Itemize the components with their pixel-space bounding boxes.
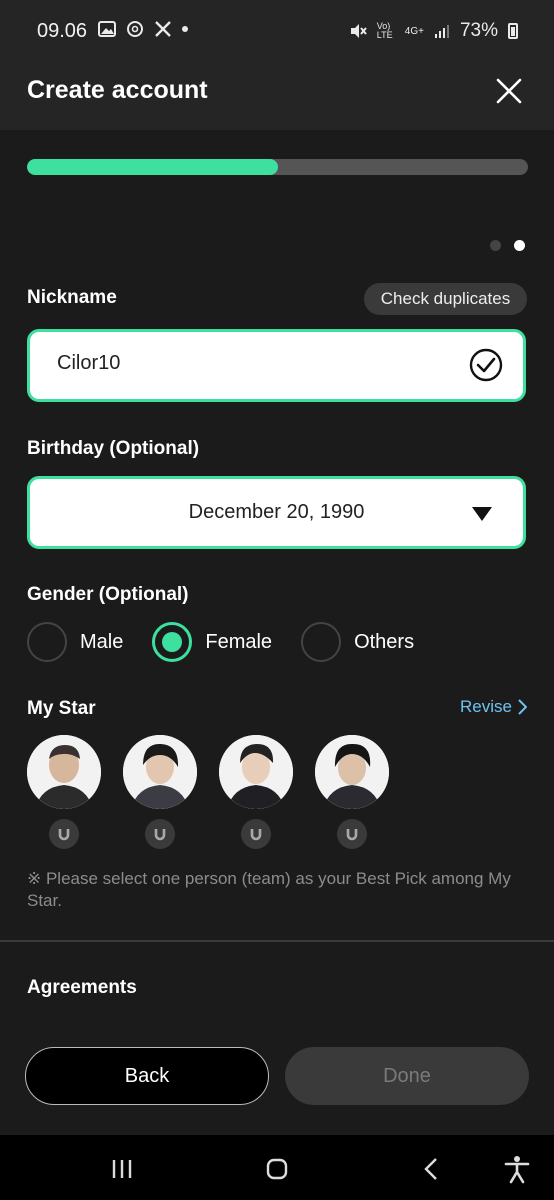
gender-radio-female[interactable] (152, 622, 193, 662)
birthday-select[interactable]: December 20, 1990 (27, 476, 526, 549)
star-item-1[interactable] (27, 735, 101, 849)
section-divider (0, 940, 554, 942)
status-time: 09.06 (37, 20, 88, 42)
my-star-label: My Star (27, 698, 96, 719)
home-icon[interactable] (261, 1153, 293, 1185)
best-pick-button[interactable] (241, 819, 271, 849)
star-avatar[interactable] (27, 735, 101, 809)
signup-progress-bar (27, 159, 528, 175)
best-pick-note: ※ Please select one person (team) as you… (27, 869, 511, 910)
my-star-list (27, 735, 389, 849)
gender-radio-male[interactable] (27, 622, 67, 662)
revise-label[interactable]: Revise (460, 697, 512, 717)
birthday-value: December 20, 1990 (188, 501, 365, 523)
star-avatar[interactable] (315, 735, 389, 809)
check-duplicates-button[interactable]: Check duplicates (364, 283, 527, 315)
nickname-label: Nickname (27, 287, 117, 308)
back-button[interactable]: Back (25, 1047, 269, 1105)
status-bar: 09.06 Vo) LTE 4G+ 73% (0, 0, 554, 62)
gender-radio-group: Male Female Others (27, 622, 443, 662)
star-avatar[interactable] (123, 735, 197, 809)
x-icon (155, 21, 171, 37)
star-item-3[interactable] (219, 735, 293, 849)
gender-label: Gender (Optional) (27, 584, 189, 605)
magnet-icon (58, 829, 70, 841)
threads-icon (127, 21, 143, 37)
status-notification-icons (98, 20, 188, 38)
revise-link[interactable]: Revise (460, 697, 527, 717)
battery-icon (508, 23, 518, 39)
best-pick-button[interactable] (337, 819, 367, 849)
mute-icon (350, 24, 367, 38)
back-nav-icon[interactable] (416, 1153, 448, 1185)
gallery-icon (98, 21, 116, 37)
progress-fill (27, 159, 278, 175)
nickname-field[interactable]: Cilor10 (27, 329, 526, 402)
volte-icon: Vo) LTE (376, 21, 393, 40)
page-title: Create account (27, 76, 208, 104)
gender-option-others[interactable]: Others (354, 631, 414, 654)
page-dot-2 (514, 240, 525, 251)
gender-option-female[interactable]: Female (205, 631, 272, 654)
star-item-4[interactable] (315, 735, 389, 849)
magnet-icon (250, 829, 262, 841)
accessibility-icon[interactable] (501, 1153, 533, 1185)
magnet-icon (346, 829, 358, 841)
gender-option-male[interactable]: Male (80, 631, 123, 654)
notification-dot-icon (182, 26, 188, 32)
page-dot-1 (490, 240, 501, 251)
close-icon[interactable] (492, 74, 526, 108)
system-navigation-bar (0, 1135, 554, 1200)
nickname-input-value[interactable]: Cilor10 (57, 352, 120, 375)
dropdown-triangle-icon (472, 507, 492, 521)
4g-icon: 4G+ (404, 25, 424, 37)
status-system-icons: Vo) LTE 4G+ 73% (349, 20, 518, 42)
birthday-label: Birthday (Optional) (27, 438, 200, 459)
star-avatar[interactable] (219, 735, 293, 809)
check-circle-icon (469, 348, 503, 382)
gender-radio-others[interactable] (301, 622, 342, 662)
signal-icon (434, 25, 449, 38)
best-pick-button[interactable] (49, 819, 79, 849)
chevron-right-icon (518, 699, 527, 715)
done-button[interactable]: Done (285, 1047, 529, 1105)
app-bar: Create account (0, 62, 554, 130)
page-indicator (490, 240, 525, 251)
best-pick-button[interactable] (145, 819, 175, 849)
magnet-icon (154, 829, 166, 841)
star-item-2[interactable] (123, 735, 197, 849)
battery-percent: 73% (459, 20, 498, 41)
agreements-label: Agreements (27, 977, 137, 998)
recent-apps-icon[interactable] (106, 1153, 138, 1185)
